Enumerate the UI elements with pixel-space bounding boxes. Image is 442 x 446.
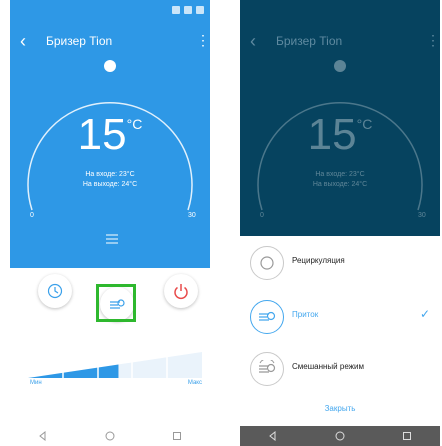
outlet-temp: На выходе: 24°C	[312, 181, 368, 188]
mode-screen: ‹ Бризер Tion ⋮ 15°C На входе: 23°C На в…	[240, 0, 440, 446]
inflow-icon	[250, 300, 284, 334]
status-bar	[10, 0, 210, 20]
scale-max-label: 30	[418, 212, 426, 219]
signal-icon	[184, 6, 192, 14]
nav-bar	[240, 426, 440, 446]
scale-min-label: 0	[30, 212, 34, 219]
inlet-temp: На входе: 23°C	[315, 171, 365, 178]
wifi-icon	[172, 6, 180, 14]
air-readings: На входе: 23°C На выходе: 24°C	[10, 170, 210, 190]
mode-button-highlight	[96, 284, 136, 322]
nav-back-icon[interactable]	[267, 430, 279, 442]
battery-icon	[196, 6, 204, 14]
speed-max-label: Макс	[187, 380, 202, 386]
temperature-value: 15	[307, 110, 357, 159]
mode-option-inflow[interactable]: Приток ✓	[240, 292, 440, 342]
back-arrow-icon: ‹	[250, 31, 256, 51]
status-icons	[172, 5, 204, 15]
recirculation-icon	[250, 246, 284, 280]
option-label: Смешанный режим	[292, 362, 364, 371]
power-icon	[174, 284, 188, 300]
heater-icon	[106, 234, 118, 244]
air-readings-dimmed: На входе: 23°C На выходе: 24°C	[240, 170, 440, 190]
temperature-value: 15	[77, 110, 127, 159]
back-arrow-icon[interactable]: ‹	[20, 32, 38, 50]
nav-recents-icon[interactable]	[401, 430, 413, 442]
nav-home-icon[interactable]	[334, 430, 346, 442]
current-temperature-dimmed: 15°C	[240, 110, 440, 160]
mode-sheet: Рециркуляция Приток ✓ Смешанный режим За…	[240, 236, 440, 426]
app-title: Бризер Tion	[276, 34, 343, 48]
more-icon[interactable]: ⋮	[196, 30, 210, 50]
scale-max-label: 30	[188, 212, 196, 219]
outlet-temp: На выходе: 24°C	[82, 181, 138, 188]
app-title: Бризер Tion	[46, 34, 113, 48]
mixed-mode-icon	[250, 352, 284, 386]
nav-recents-icon[interactable]	[171, 430, 183, 442]
current-temperature: 15°C	[10, 110, 210, 160]
temperature-unit: °C	[126, 116, 143, 132]
speed-slider[interactable]	[28, 352, 202, 380]
inlet-temp: На входе: 23°C	[85, 171, 135, 178]
main-screen: ‹ Бризер Tion ⋮ 15°C На входе: 23°C На в…	[10, 0, 210, 446]
mode-option-mixed[interactable]: Смешанный режим	[240, 344, 440, 394]
close-button[interactable]: Закрыть	[240, 404, 440, 413]
option-label: Рециркуляция	[292, 256, 345, 265]
nav-home-icon[interactable]	[104, 430, 116, 442]
checkmark-icon: ✓	[419, 307, 430, 321]
option-label: Приток	[292, 310, 319, 319]
mode-option-recirculation[interactable]: Рециркуляция	[240, 238, 440, 288]
clock-icon	[47, 283, 63, 299]
dial-handle[interactable]	[104, 60, 116, 72]
speed-fill	[28, 364, 119, 378]
nav-bar	[10, 426, 210, 446]
timer-button[interactable]	[38, 274, 72, 308]
temperature-unit: °C	[356, 116, 373, 132]
power-button[interactable]	[164, 274, 198, 308]
nav-back-icon[interactable]	[37, 430, 49, 442]
speed-min-label: Мин	[30, 380, 42, 386]
more-icon: ⋮	[426, 32, 440, 48]
scale-min-label: 0	[260, 212, 264, 219]
